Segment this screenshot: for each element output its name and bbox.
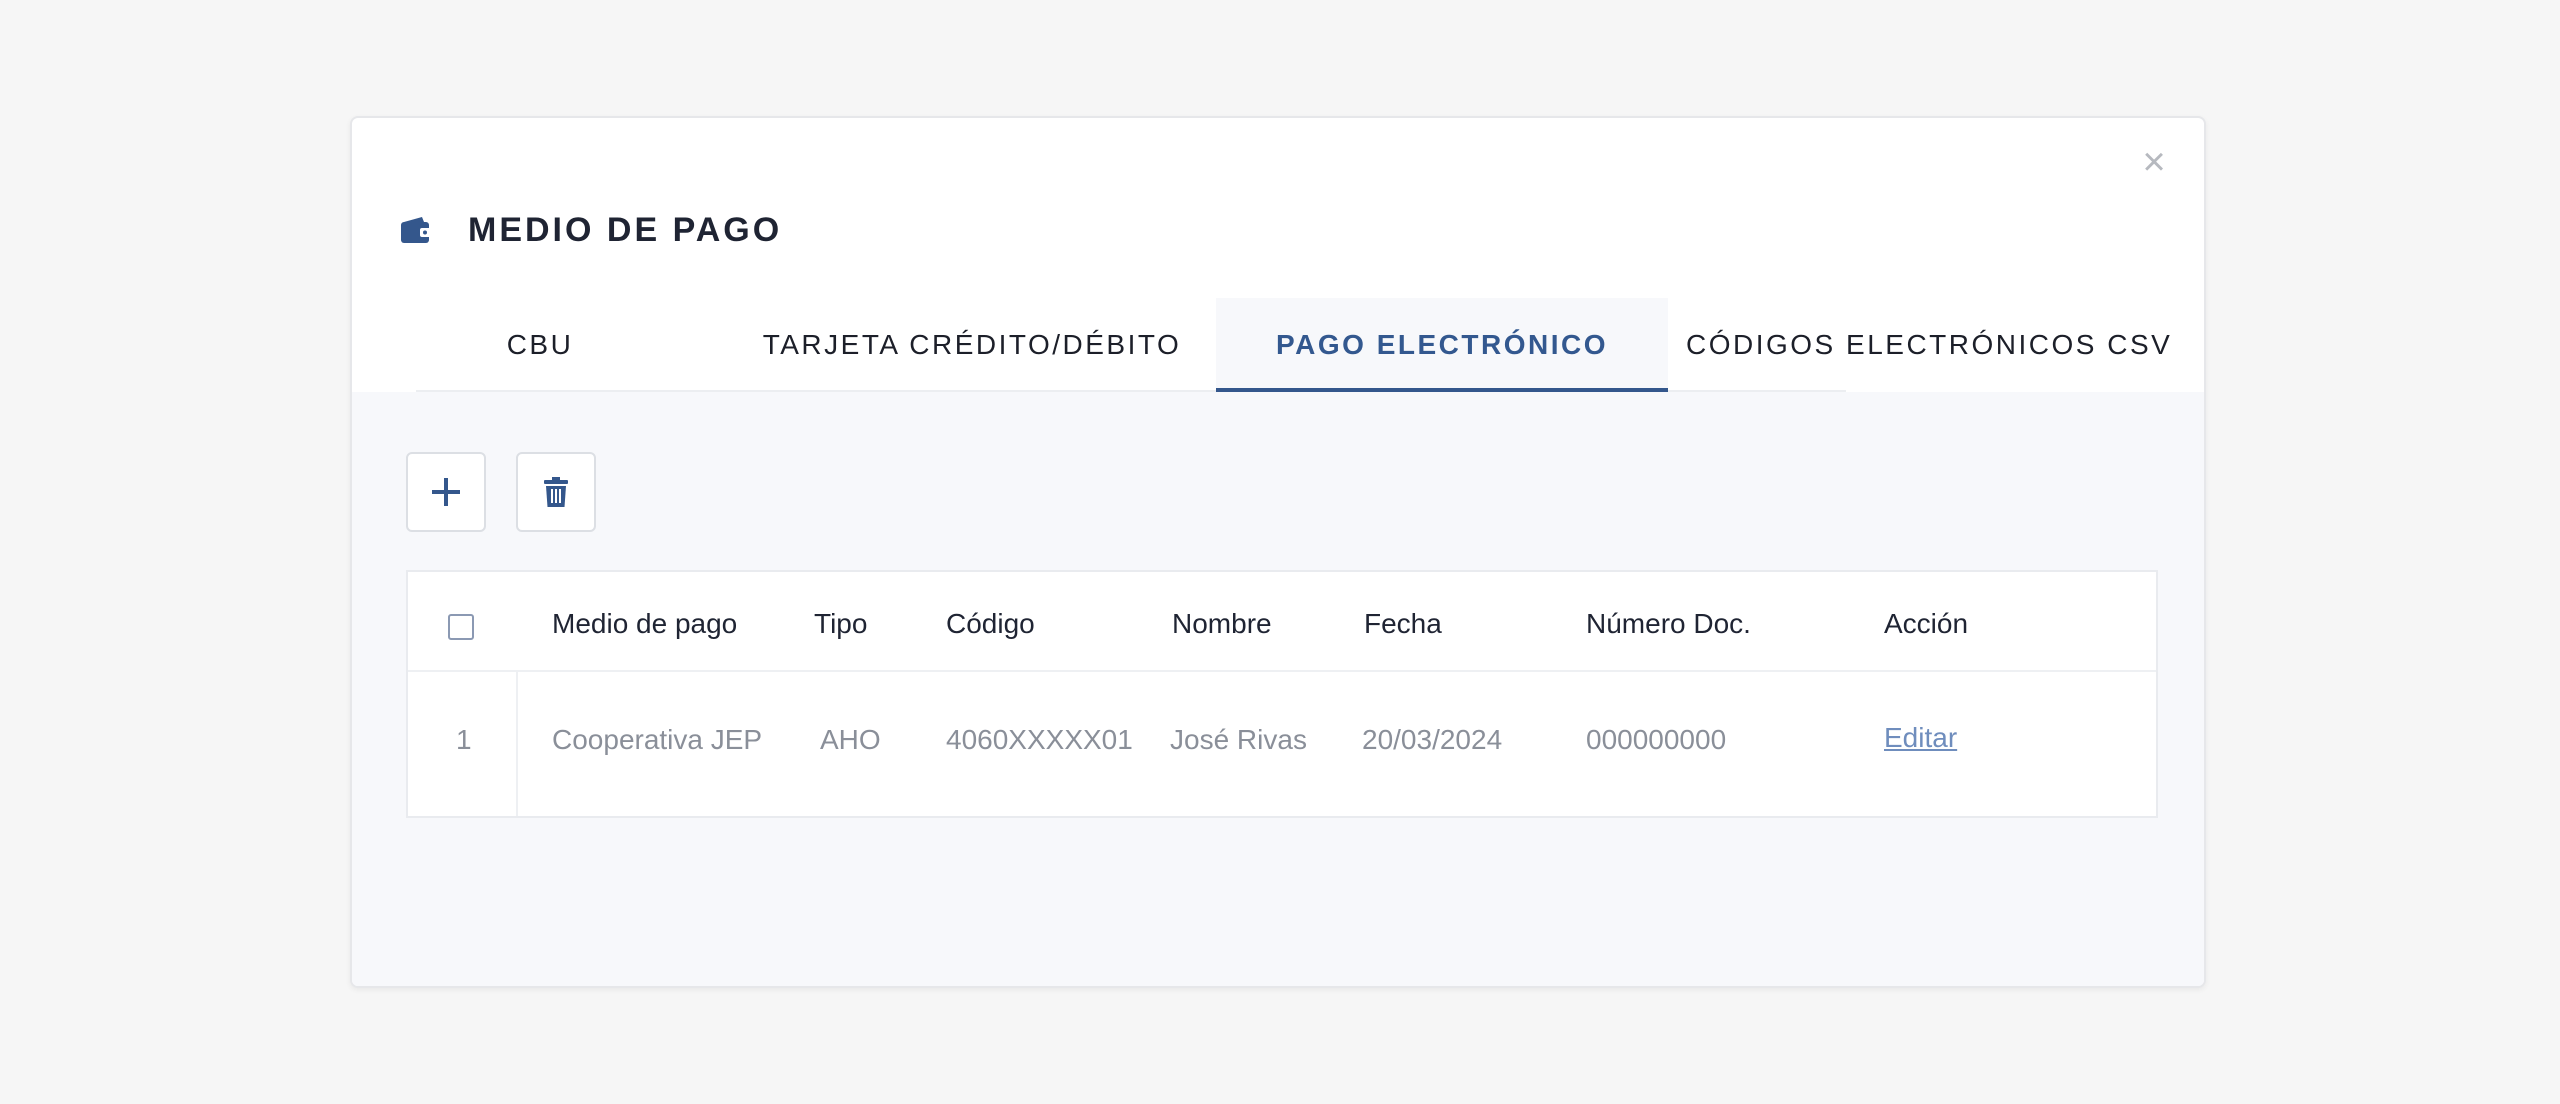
header-tipo: Tipo	[814, 608, 868, 639]
modal-title: MEDIO DE PAGO	[468, 210, 783, 249]
tab-bar: CBU TARJETA CRÉDITO/DÉBITO PAGO ELECTRÓN…	[352, 298, 2204, 392]
header-numero-doc: Número Doc.	[1586, 608, 1751, 639]
index-column-divider	[516, 670, 518, 816]
tab-tarjeta-credito-debito[interactable]: TARJETA CRÉDITO/DÉBITO	[762, 298, 1182, 392]
payments-table: Medio de pago Tipo Código Nombre Fecha N…	[406, 570, 2158, 818]
trash-icon	[544, 477, 568, 507]
add-button[interactable]	[406, 452, 486, 532]
header-accion: Acción	[1884, 608, 1969, 639]
header-codigo: Código	[946, 608, 1035, 639]
close-button[interactable]: ×	[2132, 140, 2176, 184]
edit-link[interactable]: Editar	[1884, 722, 1957, 754]
wallet-icon	[401, 217, 431, 243]
cell-codigo: 4060XXXXX01	[946, 724, 1133, 755]
tab-codigos-electronicos-csv[interactable]: CÓDIGOS ELECTRÓNICOS CSV	[1686, 298, 2170, 392]
delete-button[interactable]	[516, 452, 596, 532]
cell-medio-de-pago: Cooperativa JEP	[552, 724, 763, 755]
header-divider	[408, 670, 2156, 672]
cell-numero-doc: 000000000	[1586, 724, 1727, 755]
payment-method-modal: × MEDIO DE PAGO CBU TARJETA CRÉDITO/DÉBI…	[350, 116, 2206, 988]
modal-header: MEDIO DE PAGO	[400, 200, 782, 260]
tab-pago-electronico[interactable]: PAGO ELECTRÓNICO	[1216, 298, 1668, 392]
tab-content: Medio de pago Tipo Código Nombre Fecha N…	[352, 392, 2204, 986]
cell-nombre: José Rivas	[1170, 724, 1307, 755]
header-nombre: Nombre	[1172, 608, 1272, 639]
row-index: 1	[456, 724, 472, 755]
plus-icon	[432, 478, 460, 506]
tab-cbu[interactable]: CBU	[416, 298, 664, 392]
select-all-checkbox[interactable]	[448, 614, 474, 640]
cell-fecha: 20/03/2024	[1362, 724, 1503, 755]
header-fecha: Fecha	[1364, 608, 1442, 639]
cell-tipo: AHO	[820, 724, 881, 755]
header-medio-de-pago: Medio de pago	[552, 608, 738, 639]
